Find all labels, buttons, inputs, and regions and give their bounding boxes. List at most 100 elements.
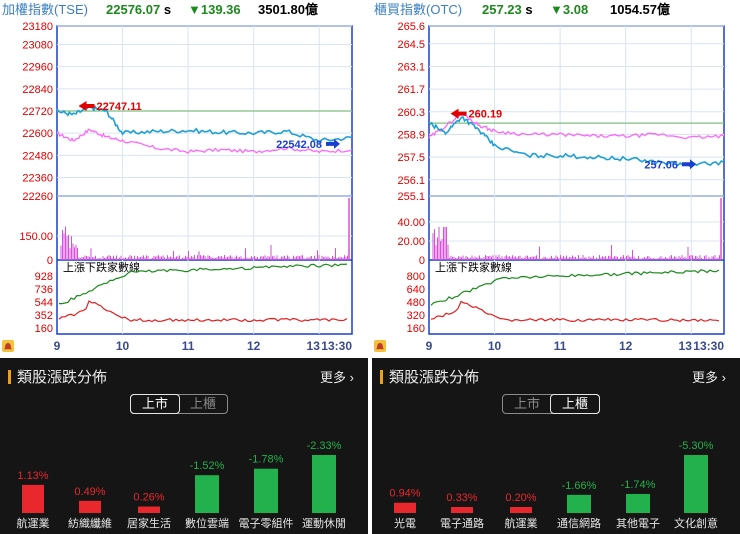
sector-change-label: -1.78%: [249, 454, 284, 466]
sector-name-label: 光電: [394, 516, 416, 530]
sector-name-label: 數位雲端: [185, 516, 229, 530]
y-tick-label: 22360: [22, 173, 53, 185]
otc-intraday-chart: 265.6 264.5 263.1 261.7 260.3 258.9 257.5 256.1…: [397, 21, 725, 353]
tse-chart-panel[interactable]: 加權指數(TSE) 22576.07 s ▼139.36 3501.80億 23…: [0, 0, 368, 354]
y-tick-label: 22260: [22, 191, 53, 203]
sector-name-label: 電子零組件: [239, 517, 294, 530]
sector-change-label: 0.33%: [446, 492, 477, 504]
volume-tick-label: 150.00: [19, 231, 53, 243]
sector-name-label: 其他電子: [616, 517, 660, 530]
sector-change-label: 0.94%: [389, 488, 420, 500]
otc-index-name: 櫃買指數(OTC): [374, 2, 463, 17]
high-value-label: 22747.11: [97, 101, 142, 113]
sector-bar: [626, 493, 650, 513]
y-tick-label: 264.5: [397, 39, 425, 51]
x-tick-label: 11: [554, 339, 567, 353]
tse-header: 加權指數(TSE) 22576.07 s ▼139.36 3501.80億: [0, 0, 368, 20]
x-tick-label: 12: [619, 339, 633, 353]
breadth-tick-label: 480: [407, 297, 425, 309]
y-tick-label: 256.1: [397, 175, 425, 187]
sector-change-label: -1.52%: [190, 460, 225, 472]
breadth-tick-label: 160: [407, 323, 425, 335]
x-tick-label: 13: [679, 339, 693, 353]
y-tick-label: 265.6: [397, 21, 425, 33]
y-tick-label: 258.9: [397, 129, 425, 141]
breadth-tick-label: 160: [35, 323, 53, 335]
sector-name-label: 航運業: [17, 516, 50, 530]
volume-tick-label: 40.00: [397, 217, 425, 229]
y-tick-label: 260.3: [397, 107, 425, 119]
sector-bar: [22, 484, 44, 513]
sector-bar: [312, 455, 336, 513]
y-tick-label: 257.5: [397, 152, 425, 164]
sector-change-label: -1.74%: [621, 479, 656, 491]
sector-name-label: 通信網路: [557, 516, 601, 530]
sector-bar: [79, 500, 101, 513]
y-tick-label: 22480: [22, 150, 53, 162]
volume-tick-label: 0: [419, 255, 425, 267]
breadth-tick-label: 736: [35, 284, 53, 296]
sector-bar: [567, 494, 591, 513]
bell-icon[interactable]: [2, 340, 14, 352]
y-tick-label: 23180: [22, 21, 53, 33]
sector-name-label: 居家生活: [127, 516, 171, 530]
tse-trade-volume: 3501.80億: [258, 2, 319, 17]
breadth-tick-label: 800: [407, 271, 425, 283]
sector-change-label: 0.49%: [74, 486, 105, 498]
sector-change-label: 0.20%: [505, 492, 536, 504]
tse-sector-distribution: 類股漲跌分佈 更多 › 上市 上櫃 1.13% 航運業 0.49% 紡織纖維 0.26%…: [0, 358, 368, 534]
sector-bar: [684, 455, 708, 513]
y-tick-label: 255.1: [397, 191, 425, 203]
sector-bar-chart: 0.94% 光電 0.33% 電子通路 0.20% 航運業 -1.66% 通信網路 -1.74%…: [389, 440, 718, 530]
breadth-tick-label: 544: [35, 297, 53, 309]
x-tick-label: 11: [182, 339, 195, 353]
volume-tick-label: 20.00: [397, 236, 425, 248]
sector-bar: [138, 506, 160, 513]
y-tick-label: 22600: [22, 128, 53, 140]
x-tick-label: 13:30: [321, 339, 352, 353]
sector-name-label: 紡織纖維: [68, 516, 112, 530]
y-tick-label: 261.7: [397, 84, 425, 96]
breadth-tick-label: 352: [35, 310, 53, 322]
y-tick-label: 23080: [22, 39, 53, 51]
bell-icon[interactable]: [374, 340, 386, 352]
sector-change-label: 0.26%: [133, 492, 164, 504]
otc-header: 櫃買指數(OTC) 257.23 s ▼3.08 1054.57億: [372, 0, 740, 20]
x-tick-label: 9: [426, 339, 433, 353]
tse-index-name: 加權指數(TSE): [2, 2, 88, 17]
sector-change-label: -1.66%: [562, 480, 597, 492]
high-value-label: 260.19: [469, 109, 503, 121]
tse-index-change: ▼139.36: [188, 2, 241, 17]
sector-bar: [394, 502, 416, 513]
breadth-tick-label: 320: [407, 310, 425, 322]
sector-change-label: -2.33%: [307, 440, 342, 452]
sector-name-label: 文化創意: [674, 516, 718, 530]
sector-bar-chart: 1.13% 航運業 0.49% 紡織纖維 0.26% 居家生活 -1.52% 數位雲端 -1.7…: [17, 440, 347, 530]
breadth-tick-label: 640: [407, 284, 425, 296]
tse-index-price: 22576.07 s: [106, 2, 172, 17]
chart-frame: [56, 25, 353, 335]
y-tick-label: 263.1: [397, 61, 425, 73]
x-tick-label: 10: [488, 339, 502, 353]
otc-trade-volume: 1054.57億: [610, 2, 671, 17]
otc-chart-panel[interactable]: 櫃買指數(OTC) 257.23 s ▼3.08 1054.57億 265.6 2…: [372, 0, 740, 354]
sector-change-label: -5.30%: [679, 440, 714, 452]
otc-index-price: 257.23 s: [482, 2, 533, 17]
sector-bar: [195, 475, 219, 513]
x-tick-label: 13:30: [693, 339, 724, 353]
sector-name-label: 電子通路: [440, 517, 484, 530]
x-tick-label: 9: [54, 339, 61, 353]
sector-bar: [510, 507, 532, 513]
y-tick-label: 22840: [22, 84, 53, 96]
x-tick-label: 10: [116, 339, 130, 353]
last-value-label: 257.06: [644, 159, 678, 171]
x-tick-label: 13: [307, 339, 321, 353]
sector-change-label: 1.13%: [17, 470, 48, 482]
otc-index-change: ▼3.08: [550, 2, 589, 17]
breadth-panel-label: 上漲下跌家數線: [435, 260, 512, 274]
x-tick-label: 12: [247, 339, 261, 353]
volume-tick-label: 0: [47, 255, 53, 267]
breadth-tick-label: 928: [35, 271, 53, 283]
otc-sector-distribution: 類股漲跌分佈 更多 › 上市 上櫃 0.94% 光電 0.33% 電子通路 0.20% 航…: [372, 358, 740, 534]
breadth-panel-label: 上漲下跌家數線: [63, 260, 140, 274]
